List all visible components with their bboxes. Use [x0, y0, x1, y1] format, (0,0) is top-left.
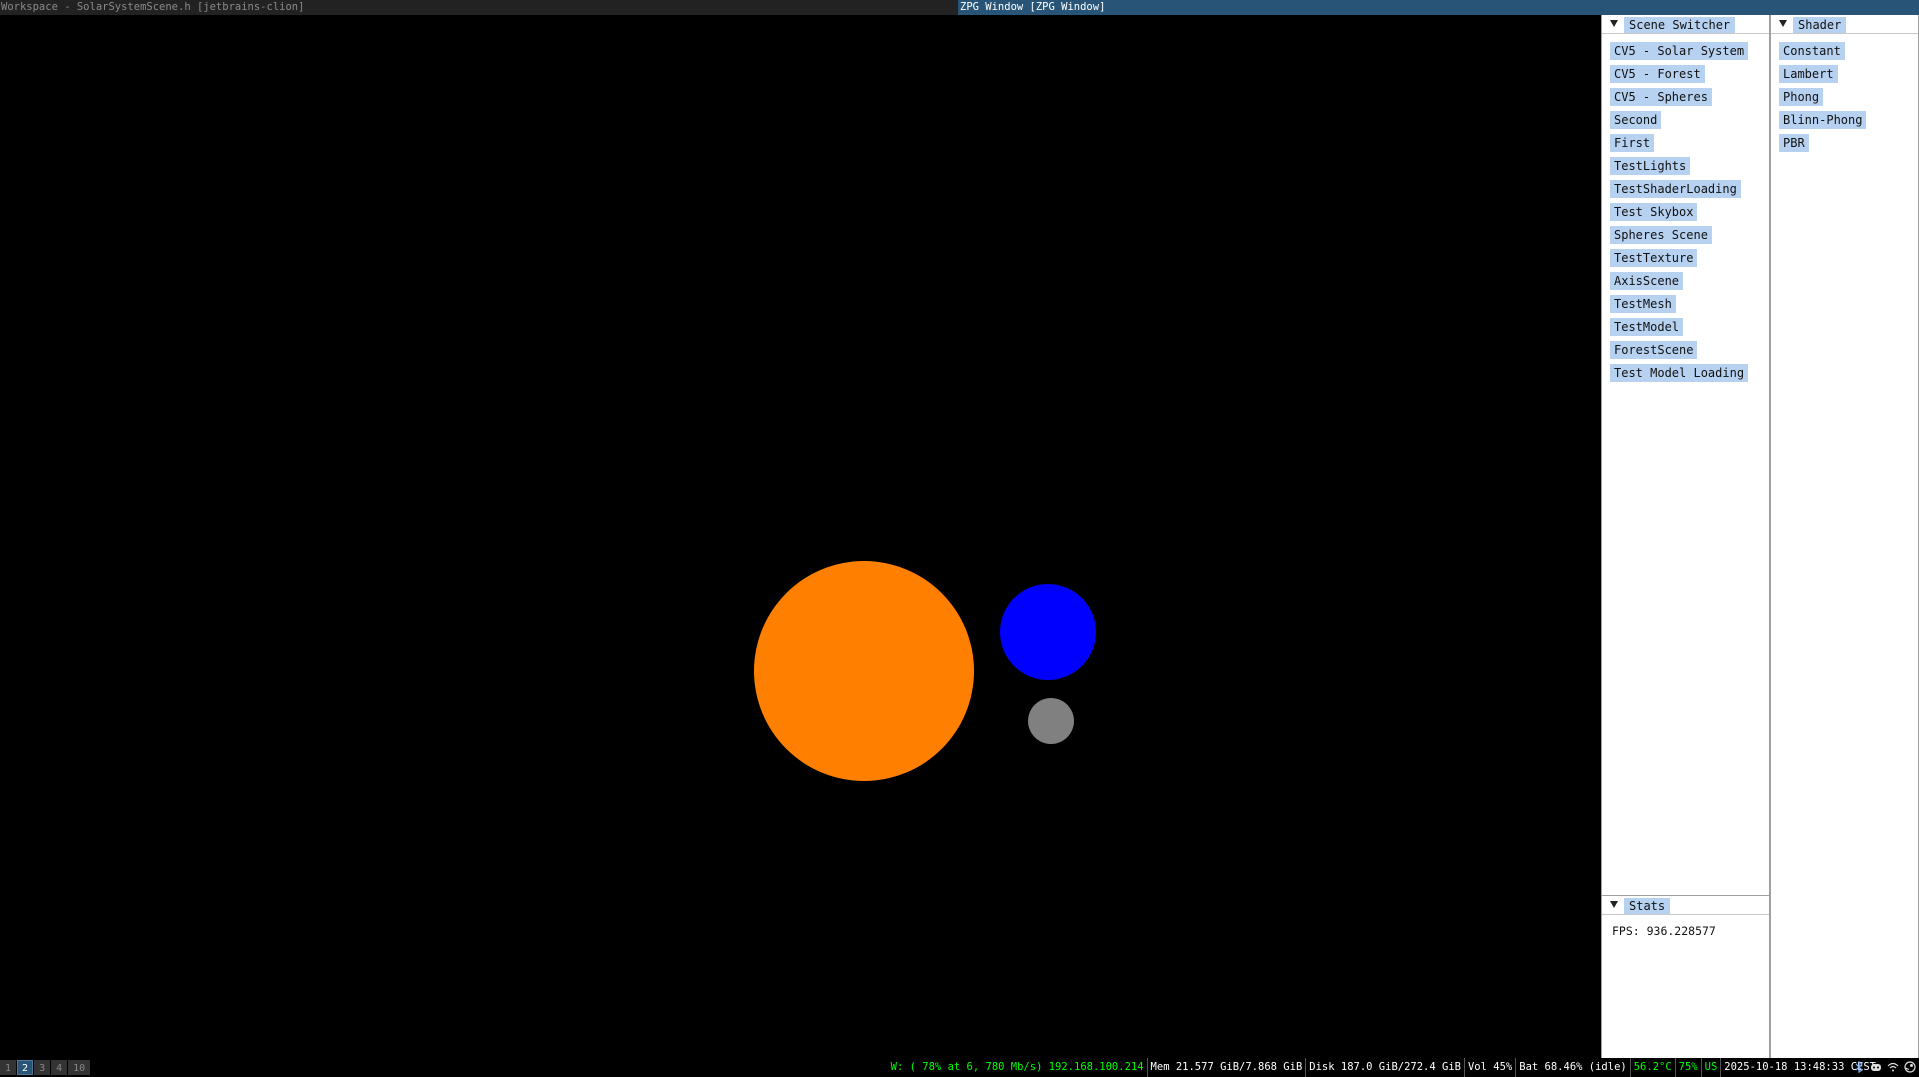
- scene-button[interactable]: TestModel: [1610, 318, 1684, 336]
- focused-window-title[interactable]: ZPG Window [ZPG Window]: [958, 0, 1919, 15]
- scene-button[interactable]: ForestScene: [1610, 341, 1698, 359]
- scene-button[interactable]: TestShaderLoading: [1610, 180, 1741, 198]
- unfocused-window-title[interactable]: Workspace - SolarSystemScene.h [jetbrain…: [0, 0, 304, 15]
- scene-button[interactable]: CV5 - Solar System: [1610, 42, 1749, 60]
- collapse-arrow-icon[interactable]: [1610, 20, 1618, 27]
- status-segments: W: ( 78% at 6, 780 Mb/s) 192.168.100.214…: [888, 1058, 1879, 1077]
- workspace-button[interactable]: 1: [0, 1060, 17, 1075]
- shader-header[interactable]: Shader: [1771, 15, 1918, 34]
- collapse-arrow-icon[interactable]: [1610, 901, 1618, 908]
- scene-switcher-panel: Scene Switcher CV5 - Solar System CV5 - …: [1601, 15, 1770, 895]
- network-status: W: ( 78% at 6, 780 Mb/s) 192.168.100.214: [888, 1058, 1148, 1077]
- scene-button-list: CV5 - Solar System CV5 - Forest CV5 - Sp…: [1610, 42, 1749, 387]
- shader-button[interactable]: Constant: [1779, 42, 1845, 60]
- scene-switcher-title[interactable]: Scene Switcher: [1624, 17, 1736, 33]
- stats-panel: Stats FPS: 936.228577: [1601, 895, 1770, 1058]
- collapse-arrow-icon[interactable]: [1779, 20, 1787, 27]
- workspace-button-active[interactable]: 2: [17, 1060, 34, 1075]
- stats-title[interactable]: Stats: [1624, 898, 1671, 914]
- steam-icon[interactable]: [1903, 1060, 1917, 1074]
- battery-status: Bat 68.46% (idle): [1516, 1058, 1631, 1077]
- stats-header[interactable]: Stats: [1602, 896, 1769, 915]
- workspace-button[interactable]: 4: [51, 1060, 68, 1075]
- workspace-button[interactable]: 3: [34, 1060, 51, 1075]
- window-title-bar: Workspace - SolarSystemScene.h [jetbrain…: [0, 0, 1919, 15]
- keyboard-layout-status: US: [1702, 1058, 1722, 1077]
- sun-sphere: [754, 561, 974, 781]
- memory-status: Mem 21.577 GiB/7.868 GiB: [1148, 1058, 1307, 1077]
- scene-button[interactable]: TestMesh: [1610, 295, 1676, 313]
- scene-button[interactable]: First: [1610, 134, 1655, 152]
- scene-button[interactable]: Spheres Scene: [1610, 226, 1712, 244]
- scene-button[interactable]: Second: [1610, 111, 1662, 129]
- shader-title[interactable]: Shader: [1793, 17, 1847, 33]
- scene-button[interactable]: TestLights: [1610, 157, 1691, 175]
- solar-system-scene[interactable]: [0, 15, 1601, 1058]
- cpu-status: 75%: [1676, 1058, 1702, 1077]
- scene-switcher-header[interactable]: Scene Switcher: [1602, 15, 1769, 34]
- scene-button[interactable]: Test Model Loading: [1610, 364, 1749, 382]
- shader-button-list: Constant Lambert Phong Blinn-Phong PBR: [1779, 42, 1867, 157]
- scene-button[interactable]: AxisScene: [1610, 272, 1684, 290]
- shader-button[interactable]: Phong: [1779, 88, 1824, 106]
- shader-button[interactable]: PBR: [1779, 134, 1809, 152]
- volume-status: Vol 45%: [1465, 1058, 1517, 1077]
- shader-panel: Shader Constant Lambert Phong Blinn-Phon…: [1770, 15, 1919, 1058]
- scene-button[interactable]: CV5 - Forest: [1610, 65, 1705, 83]
- shader-button[interactable]: Lambert: [1779, 65, 1838, 83]
- bluetooth-icon[interactable]: [1852, 1060, 1866, 1074]
- render-viewport[interactable]: [0, 15, 1601, 1058]
- scene-button[interactable]: CV5 - Spheres: [1610, 88, 1712, 106]
- scene-button[interactable]: TestTexture: [1610, 249, 1698, 267]
- status-bar: 1 2 3 4 10 W: ( 78% at 6, 780 Mb/s) 192.…: [0, 1058, 1919, 1077]
- workspace-button[interactable]: 10: [68, 1060, 91, 1075]
- workspace-switcher: 1 2 3 4 10: [0, 1060, 91, 1075]
- system-tray: [1852, 1060, 1917, 1074]
- discord-icon[interactable]: [1869, 1060, 1883, 1074]
- wifi-icon[interactable]: [1886, 1060, 1900, 1074]
- disk-status: Disk 187.0 GiB/272.4 GiB: [1306, 1058, 1465, 1077]
- earth-sphere: [1000, 584, 1096, 680]
- shader-button[interactable]: Blinn-Phong: [1779, 111, 1867, 129]
- fps-readout: FPS: 936.228577: [1612, 924, 1716, 938]
- moon-sphere: [1028, 698, 1074, 744]
- temperature-status: 56.2°C: [1631, 1058, 1676, 1077]
- scene-button[interactable]: Test Skybox: [1610, 203, 1698, 221]
